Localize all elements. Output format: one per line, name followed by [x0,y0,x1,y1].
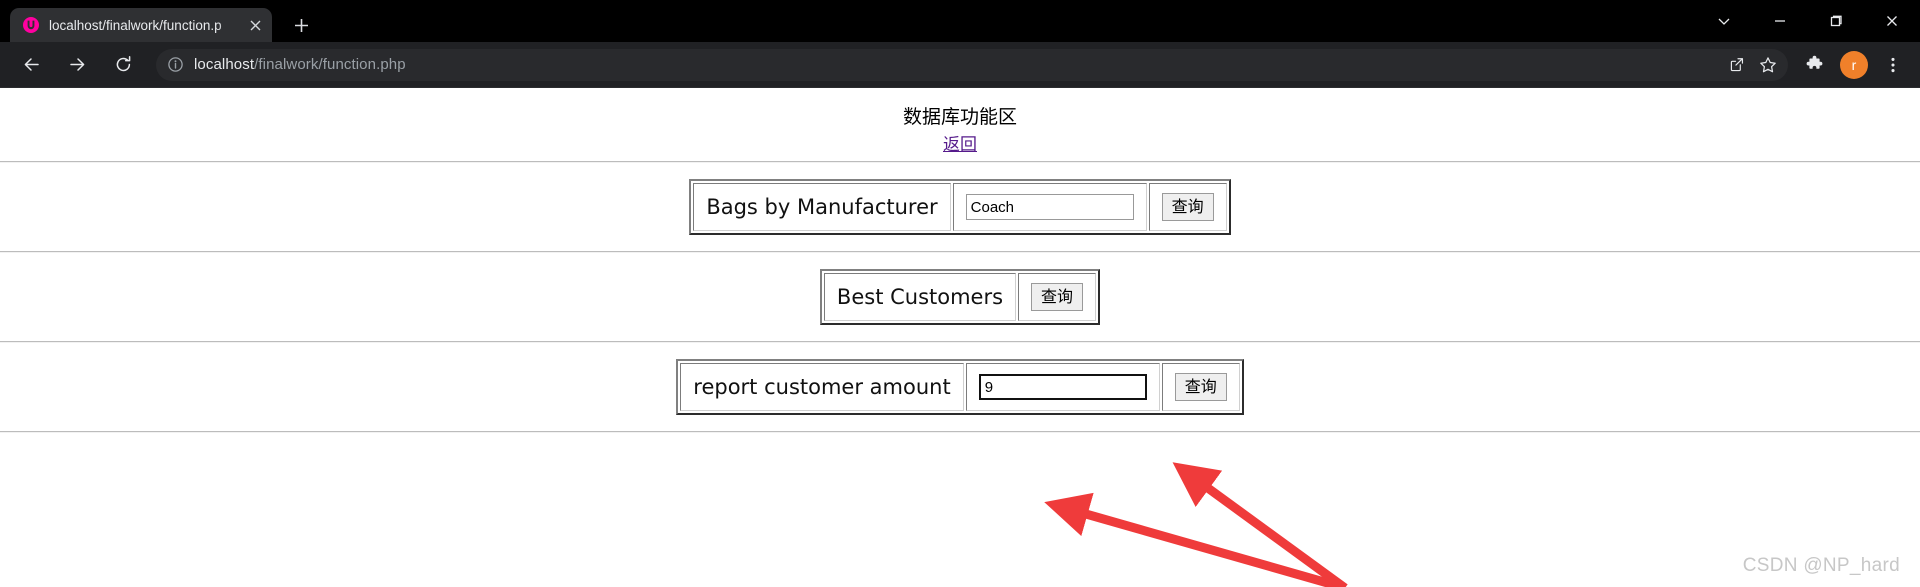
url-text: localhost/finalwork/function.php [194,56,1720,73]
arrow-to-query-button [1172,462,1348,587]
window-close-icon[interactable] [1864,0,1920,42]
reload-button[interactable] [105,47,141,83]
form-row-1: Bags by Manufacturer 查询 [0,163,1920,251]
star-bookmark-icon[interactable] [1752,50,1784,80]
close-icon[interactable] [244,14,266,36]
manufacturer-input[interactable] [965,194,1134,220]
row-input-cell [965,363,1160,411]
browser-toolbar: localhost/finalwork/function.php r [0,42,1920,88]
address-bar[interactable]: localhost/finalwork/function.php [156,48,1788,81]
query-button-3[interactable]: 查询 [1174,373,1227,401]
table-row: Best Customers 查询 [823,273,1097,321]
url-path: /finalwork/function.php [254,56,406,73]
watermark: CSDN @NP_hard [1742,555,1900,576]
divider-4 [0,431,1920,433]
wamp-w-icon [22,16,40,34]
tab-title: localhost/finalwork/function.p [49,17,222,33]
puzzle-extensions-icon[interactable] [1796,46,1834,84]
bags-by-manufacturer-table: Bags by Manufacturer 查询 [689,179,1231,235]
tab-search-chevron-down-icon[interactable] [1696,0,1752,42]
new-tab-button[interactable] [284,8,318,42]
title-bar: localhost/finalwork/function.p [0,0,1920,42]
query-button-2[interactable]: 查询 [1031,283,1084,311]
row-button-cell: 查询 [1148,183,1227,231]
tab-strip: localhost/finalwork/function.p [0,0,318,42]
row-label: Bags by Manufacturer [693,183,951,231]
back-link[interactable]: 返回 [943,135,977,155]
browser-window: localhost/finalwork/function.p localhost… [0,0,1920,587]
row-button-cell: 查询 [1018,273,1097,321]
customer-amount-input[interactable] [978,374,1147,400]
omnibox-actions [1720,50,1784,80]
url-host: localhost [194,56,255,73]
query-button-1[interactable]: 查询 [1161,193,1214,221]
table-row: report customer amount 查询 [680,363,1240,411]
arrow-to-input [1044,492,1347,587]
row-label: Best Customers [823,273,1017,321]
form-row-3: report customer amount 查询 [0,343,1920,431]
form-row-2: Best Customers 查询 [0,253,1920,341]
best-customers-table: Best Customers 查询 [819,269,1101,325]
window-controls [1696,0,1920,42]
maximize-restore-icon[interactable] [1808,0,1864,42]
info-circle-icon[interactable] [162,52,188,78]
report-customer-amount-table: report customer amount 查询 [676,359,1244,415]
browser-tab[interactable]: localhost/finalwork/function.p [10,8,272,42]
row-label: report customer amount [680,363,964,411]
back-button[interactable] [13,47,49,83]
share-icon[interactable] [1720,50,1752,80]
page-header: 数据库功能区 返回 [0,88,1920,161]
back-link-wrapper: 返回 [0,134,1920,157]
toolbar-right-actions: r [1796,46,1912,84]
row-input-cell [952,183,1147,231]
forward-button[interactable] [59,47,95,83]
profile-avatar[interactable]: r [1840,50,1868,79]
minimize-icon[interactable] [1752,0,1808,42]
page-viewport: 数据库功能区 返回 Bags by Manufacturer 查询 [0,88,1920,587]
row-button-cell: 查询 [1161,363,1240,411]
table-row: Bags by Manufacturer 查询 [693,183,1227,231]
three-dot-menu-icon[interactable] [1874,46,1912,84]
page-title: 数据库功能区 [902,106,1017,128]
